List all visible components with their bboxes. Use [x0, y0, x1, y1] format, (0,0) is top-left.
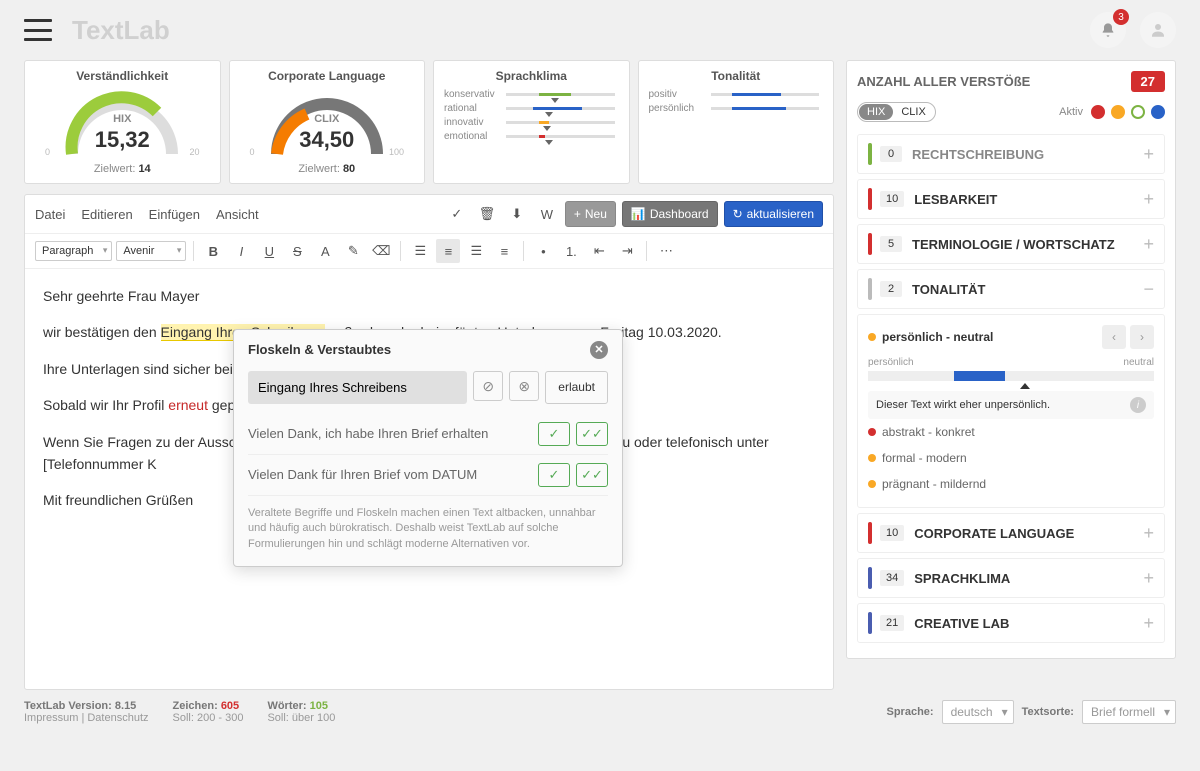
- category-creativelab[interactable]: 21 CREATIVE LAB +: [857, 603, 1165, 643]
- accept-single-icon[interactable]: ✓: [538, 422, 570, 446]
- info-icon[interactable]: i: [1130, 397, 1146, 413]
- textsorte-select[interactable]: Brief formell: [1082, 700, 1176, 724]
- align-center-icon[interactable]: ≡: [436, 239, 460, 263]
- align-right-icon[interactable]: ☰: [464, 239, 488, 263]
- highlight-icon[interactable]: ✎: [341, 239, 365, 263]
- app-logo: TextLab: [72, 15, 170, 46]
- menu-ansicht[interactable]: Ansicht: [216, 207, 259, 222]
- menu-datei[interactable]: Datei: [35, 207, 65, 222]
- filter-green-icon[interactable]: [1131, 105, 1145, 119]
- sprachklima-card: Sprachklima konservativ rational innovat…: [433, 60, 630, 184]
- suggestion-row: Vielen Dank für Ihren Brief vom DATUM ✓ …: [248, 455, 608, 496]
- menu-editieren[interactable]: Editieren: [81, 207, 132, 222]
- suggestion-popup: Floskeln & Verstaubtes ✕ ⊘ ⊗ erlaubt Vie…: [233, 329, 623, 567]
- textcolor-icon[interactable]: A: [313, 239, 337, 263]
- editor-content[interactable]: Sehr geehrte Frau Mayer wir bestätigen d…: [25, 269, 833, 689]
- hix-card: Verständlichkeit HIX 15,32 0 20 Zielwert…: [24, 60, 221, 184]
- menu-einfuegen[interactable]: Einfügen: [149, 207, 200, 222]
- filter-red-icon[interactable]: [1091, 105, 1105, 119]
- font-select[interactable]: Avenir: [116, 241, 186, 261]
- notifications-icon[interactable]: 3: [1090, 12, 1126, 48]
- accept-all-icon[interactable]: ✓✓: [576, 463, 608, 487]
- italic-icon[interactable]: I: [229, 239, 253, 263]
- filter-blue-icon[interactable]: [1151, 105, 1165, 119]
- suggestion-row: Vielen Dank, ich habe Ihren Brief erhalt…: [248, 414, 608, 455]
- strike-icon[interactable]: S: [285, 239, 309, 263]
- next-icon[interactable]: ›: [1130, 325, 1154, 349]
- more-icon[interactable]: ⋯: [654, 239, 678, 263]
- download-icon[interactable]: ⬇: [505, 202, 529, 226]
- close-icon[interactable]: ✕: [590, 341, 608, 359]
- clix-card: Corporate Language CLIX 34,50 0 100 Ziel…: [229, 60, 426, 184]
- violations-panel: ANZAHL ALLER VERSTÖßE 27 HIX CLIX Aktiv …: [846, 60, 1176, 659]
- accept-all-icon[interactable]: ✓✓: [576, 422, 608, 446]
- bullet-list-icon[interactable]: •: [531, 239, 555, 263]
- indent-icon[interactable]: ⇥: [615, 239, 639, 263]
- clear-format-icon[interactable]: ⌫: [369, 239, 393, 263]
- number-list-icon[interactable]: 1.: [559, 239, 583, 263]
- hamburger-menu[interactable]: [24, 19, 52, 41]
- word-icon[interactable]: W: [535, 202, 559, 226]
- hix-clix-toggle[interactable]: HIX CLIX: [857, 102, 936, 122]
- category-rechtschreibung[interactable]: 0 RECHTSCHREIBUNG +: [857, 134, 1165, 174]
- category-corporatelanguage[interactable]: 10 CORPORATE LANGUAGE +: [857, 513, 1165, 553]
- underline-icon[interactable]: U: [257, 239, 281, 263]
- erlaubt-button[interactable]: erlaubt: [545, 371, 608, 404]
- popup-input[interactable]: [248, 371, 467, 404]
- check-icon[interactable]: ✓: [445, 202, 469, 226]
- popup-title: Floskeln & Verstaubtes: [248, 340, 391, 361]
- sprache-select[interactable]: deutsch: [942, 700, 1014, 724]
- tonalitaet-card: Tonalität positiv persönlich: [638, 60, 835, 184]
- neu-button[interactable]: + Neu: [565, 201, 616, 227]
- filter-yellow-icon[interactable]: [1111, 105, 1125, 119]
- outdent-icon[interactable]: ⇤: [587, 239, 611, 263]
- forbid-icon[interactable]: ⊘: [473, 371, 503, 401]
- violations-total: 27: [1131, 71, 1165, 92]
- dashboard-button[interactable]: 📊 Dashboard: [622, 201, 718, 227]
- category-terminologiewortschatz[interactable]: 5 TERMINOLOGIE / WORTSCHATZ +: [857, 224, 1165, 264]
- trash-icon[interactable]: 🗑: [475, 202, 499, 226]
- align-justify-icon[interactable]: ≡: [492, 239, 516, 263]
- category-tonalitt[interactable]: 2 TONALITÄT −: [857, 269, 1165, 309]
- bold-icon[interactable]: B: [201, 239, 225, 263]
- category-sprachklima[interactable]: 34 SPRACHKLIMA +: [857, 558, 1165, 598]
- tonal-sub-item[interactable]: formal - modern: [868, 445, 1154, 471]
- user-avatar[interactable]: [1140, 12, 1176, 48]
- align-left-icon[interactable]: ☰: [408, 239, 432, 263]
- reject-icon[interactable]: ⊗: [509, 371, 539, 401]
- tonalitaet-detail: persönlich - neutral ‹› persönlichneutra…: [857, 314, 1165, 508]
- accept-single-icon[interactable]: ✓: [538, 463, 570, 487]
- popup-note: Veraltete Begriffe und Floskeln machen e…: [248, 506, 608, 552]
- paragraph-select[interactable]: Paragraph: [35, 241, 112, 261]
- aktualisieren-button[interactable]: ↻ aktualisieren: [724, 201, 823, 227]
- prev-icon[interactable]: ‹: [1102, 325, 1126, 349]
- notification-badge: 3: [1113, 9, 1129, 25]
- tonal-sub-item[interactable]: abstrakt - konkret: [868, 419, 1154, 445]
- category-lesbarkeit[interactable]: 10 LESBARKEIT +: [857, 179, 1165, 219]
- violations-title: ANZAHL ALLER VERSTÖßE: [857, 74, 1030, 89]
- hix-title: Verständlichkeit: [35, 69, 210, 83]
- tonal-sub-item[interactable]: prägnant - mildernd: [868, 471, 1154, 497]
- impressum-link[interactable]: Impressum | Datenschutz: [24, 712, 149, 724]
